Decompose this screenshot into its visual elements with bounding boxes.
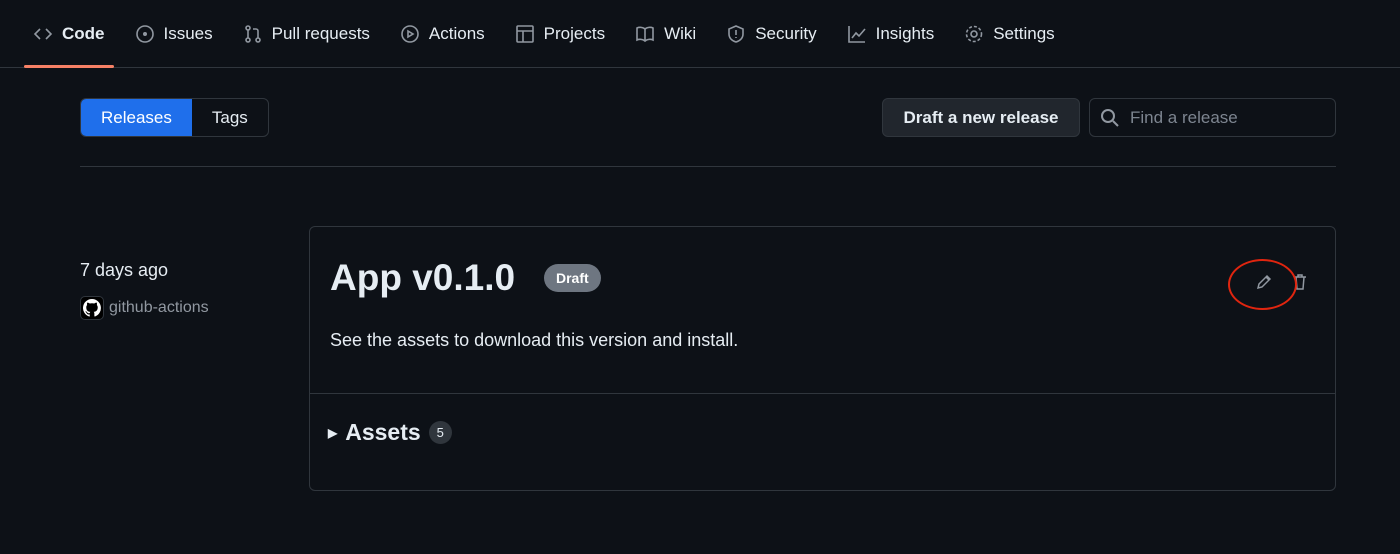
github-logo-icon [83, 299, 101, 317]
table-icon [515, 24, 534, 43]
assets-toggle[interactable]: ▶ Assets 5 [328, 419, 452, 446]
tab-pull-requests[interactable]: Pull requests [234, 0, 379, 68]
tab-settings[interactable]: Settings [955, 0, 1063, 68]
tab-code[interactable]: Code [24, 0, 114, 68]
author-name: github-actions [109, 299, 209, 316]
release-card: App v0.1.0 Draft See the assets to downl… [309, 226, 1336, 491]
avatar [80, 296, 104, 320]
tab-insights[interactable]: Insights [838, 0, 944, 68]
draft-new-release-button[interactable]: Draft a new release [882, 98, 1080, 137]
search-icon [1101, 108, 1119, 127]
play-icon [401, 24, 419, 43]
draft-badge: Draft [544, 264, 601, 292]
tags-button[interactable]: Tags [192, 99, 268, 136]
graph-icon [847, 25, 866, 43]
code-icon [33, 27, 53, 40]
releases-tags-toggle: Releases Tags [80, 98, 269, 137]
tab-security[interactable]: Security [717, 0, 825, 68]
divider [310, 393, 1335, 394]
tab-issues[interactable]: Issues [126, 0, 222, 68]
search-placeholder: Find a release [1130, 107, 1238, 127]
caret-right-icon: ▶ [328, 425, 338, 440]
pull-request-icon [244, 24, 261, 43]
release-date[interactable]: 7 days ago [80, 260, 168, 281]
divider [80, 166, 1336, 167]
repo-nav: Code Issues Pull requests Actions Projec… [0, 0, 1400, 68]
assets-count: 5 [428, 421, 452, 444]
release-author[interactable]: github-actions [80, 296, 209, 320]
shield-icon [728, 24, 745, 43]
tab-projects[interactable]: Projects [506, 0, 614, 68]
gear-icon [965, 25, 983, 42]
find-release-input[interactable]: Find a release [1089, 98, 1336, 137]
assets-label: Assets [345, 419, 421, 445]
tab-actions[interactable]: Actions [391, 0, 494, 68]
releases-button[interactable]: Releases [81, 99, 192, 136]
tab-wiki[interactable]: Wiki [626, 0, 705, 68]
book-icon [636, 26, 654, 42]
annotation-circle [1228, 259, 1297, 310]
release-title[interactable]: App v0.1.0 [330, 257, 515, 299]
issue-icon [135, 24, 154, 43]
release-description: See the assets to download this version … [330, 330, 739, 350]
